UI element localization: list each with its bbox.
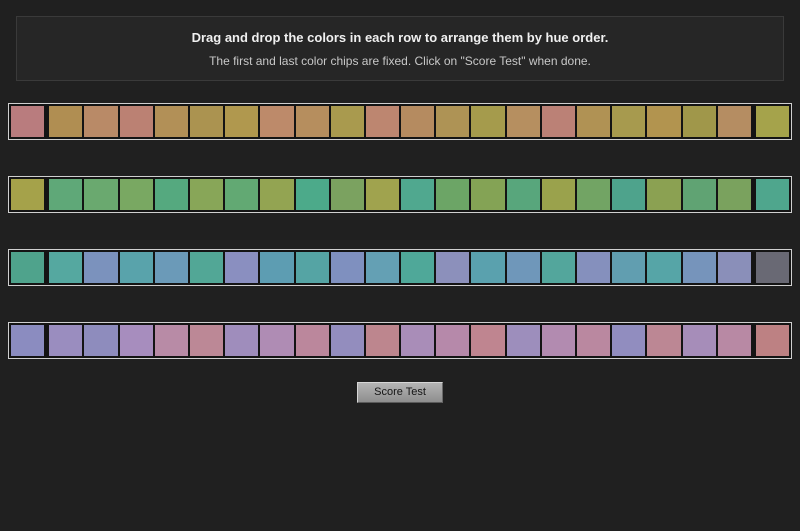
color-chip[interactable]	[84, 325, 118, 356]
color-chip[interactable]	[365, 325, 400, 356]
color-chip[interactable]	[401, 252, 435, 283]
color-chip-fixed	[11, 325, 45, 356]
color-chip[interactable]	[260, 179, 294, 210]
color-chip[interactable]	[612, 325, 646, 356]
color-chip[interactable]	[682, 252, 716, 283]
color-chip[interactable]	[682, 325, 716, 356]
color-chip[interactable]	[154, 325, 188, 356]
color-chip[interactable]	[436, 252, 470, 283]
score-test-button[interactable]: Score Test	[357, 382, 443, 403]
color-chip[interactable]	[401, 106, 435, 137]
hue-row-1	[8, 103, 792, 140]
color-chip[interactable]	[330, 252, 364, 283]
color-chip[interactable]	[506, 325, 540, 356]
color-chip[interactable]	[84, 106, 118, 137]
color-chip[interactable]	[154, 252, 188, 283]
instructions-line-2: The first and last color chips are fixed…	[209, 54, 591, 68]
color-chip[interactable]	[330, 106, 364, 137]
color-chip[interactable]	[84, 179, 118, 210]
color-chip[interactable]	[189, 179, 224, 210]
color-chip[interactable]	[119, 252, 153, 283]
color-chip-fixed	[11, 106, 45, 137]
color-chip[interactable]	[577, 179, 611, 210]
color-chip[interactable]	[717, 325, 751, 356]
button-area: Score Test	[0, 382, 800, 403]
color-chip[interactable]	[647, 252, 681, 283]
color-chip[interactable]	[717, 106, 751, 137]
color-chip[interactable]	[506, 252, 540, 283]
color-chip[interactable]	[506, 106, 540, 137]
color-chip[interactable]	[365, 252, 400, 283]
color-chip[interactable]	[154, 106, 188, 137]
color-chip[interactable]	[717, 252, 751, 283]
color-chip[interactable]	[541, 179, 575, 210]
color-chip[interactable]	[295, 179, 329, 210]
color-chip-fixed	[755, 106, 790, 137]
color-chip[interactable]	[189, 252, 224, 283]
color-chip[interactable]	[401, 179, 435, 210]
color-chip[interactable]	[189, 106, 224, 137]
color-chip[interactable]	[471, 179, 505, 210]
instructions-panel: Drag and drop the colors in each row to …	[16, 16, 784, 81]
color-chip[interactable]	[330, 325, 364, 356]
color-chip[interactable]	[682, 106, 716, 137]
color-chip[interactable]	[119, 325, 153, 356]
hue-row-2	[8, 176, 792, 213]
color-chip[interactable]	[260, 106, 294, 137]
color-chip[interactable]	[330, 179, 364, 210]
color-chip[interactable]	[295, 252, 329, 283]
color-chip[interactable]	[541, 252, 575, 283]
color-chip[interactable]	[577, 252, 611, 283]
color-chip[interactable]	[365, 179, 400, 210]
color-chip[interactable]	[647, 106, 681, 137]
color-chip[interactable]	[225, 179, 259, 210]
color-chip[interactable]	[717, 179, 751, 210]
color-chip[interactable]	[49, 106, 83, 137]
color-chip[interactable]	[436, 179, 470, 210]
color-chip[interactable]	[471, 252, 505, 283]
color-chip-fixed	[11, 179, 45, 210]
color-chip[interactable]	[365, 106, 400, 137]
color-chip[interactable]	[612, 179, 646, 210]
color-chip[interactable]	[436, 325, 470, 356]
hue-rows-area	[8, 103, 792, 359]
color-chip[interactable]	[295, 106, 329, 137]
color-chip[interactable]	[49, 179, 83, 210]
color-chip[interactable]	[682, 179, 716, 210]
color-chip-fixed	[755, 252, 790, 283]
color-chip[interactable]	[647, 325, 681, 356]
color-chip[interactable]	[189, 325, 224, 356]
color-chip[interactable]	[154, 179, 188, 210]
color-chip[interactable]	[225, 325, 259, 356]
color-chip[interactable]	[647, 179, 681, 210]
color-chip-fixed	[755, 325, 790, 356]
color-chip[interactable]	[471, 106, 505, 137]
instructions-line-1: Drag and drop the colors in each row to …	[191, 30, 609, 45]
color-chip[interactable]	[49, 325, 83, 356]
color-chip[interactable]	[225, 106, 259, 137]
color-chip[interactable]	[436, 106, 470, 137]
color-chip[interactable]	[49, 252, 83, 283]
color-chip[interactable]	[577, 106, 611, 137]
color-chip[interactable]	[84, 252, 118, 283]
color-chip[interactable]	[119, 106, 153, 137]
hue-row-4	[8, 322, 792, 359]
color-chip[interactable]	[471, 325, 505, 356]
color-chip[interactable]	[260, 325, 294, 356]
color-chip[interactable]	[577, 325, 611, 356]
color-chip[interactable]	[401, 325, 435, 356]
color-chip[interactable]	[225, 252, 259, 283]
color-chip[interactable]	[295, 325, 329, 356]
color-chip[interactable]	[541, 106, 575, 137]
color-chip-fixed	[11, 252, 45, 283]
color-chip[interactable]	[612, 252, 646, 283]
color-chip[interactable]	[612, 106, 646, 137]
hue-row-3	[8, 249, 792, 286]
color-chip-fixed	[755, 179, 790, 210]
color-chip[interactable]	[506, 179, 540, 210]
color-chip[interactable]	[541, 325, 575, 356]
color-chip[interactable]	[119, 179, 153, 210]
color-chip[interactable]	[260, 252, 294, 283]
